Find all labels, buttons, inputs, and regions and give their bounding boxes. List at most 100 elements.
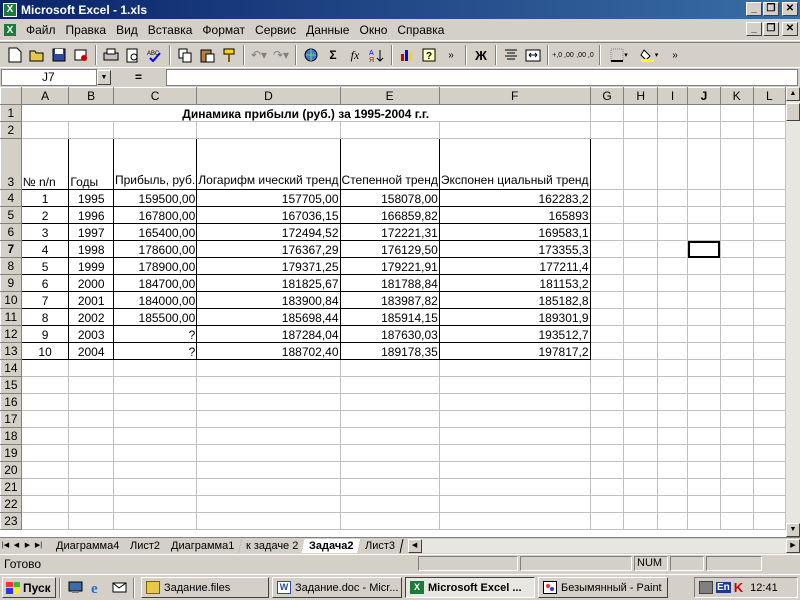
cell[interactable] (589, 274, 625, 292)
cell[interactable] (623, 444, 658, 462)
data-cell[interactable]: 167036,15 (196, 206, 341, 224)
cell[interactable] (752, 359, 786, 377)
data-cell[interactable]: 157705,00 (196, 189, 341, 207)
cell[interactable] (20, 495, 70, 513)
open-icon[interactable] (26, 44, 48, 66)
new-icon[interactable] (4, 44, 26, 66)
row-header[interactable]: 3 (0, 138, 22, 190)
cell[interactable] (752, 291, 786, 309)
cell[interactable] (752, 325, 786, 343)
data-cell[interactable]: 1996 (68, 206, 114, 224)
cell[interactable] (687, 427, 721, 445)
scroll-down-icon[interactable]: ▼ (786, 523, 800, 537)
cell[interactable] (339, 495, 440, 513)
header-cell-log-trend[interactable]: Логарифм ический тренд (196, 138, 341, 190)
cell[interactable] (656, 257, 689, 275)
cell[interactable] (687, 478, 721, 496)
header-cell-power-trend[interactable]: Степенной тренд (339, 138, 440, 190)
data-cell[interactable]: 184700,00 (112, 274, 198, 292)
cell[interactable] (68, 461, 114, 479)
cell[interactable] (656, 138, 689, 190)
cell[interactable] (656, 359, 689, 377)
cell[interactable] (719, 274, 754, 292)
data-cell[interactable]: 189178,35 (339, 342, 440, 360)
cell[interactable] (719, 495, 754, 513)
cell[interactable] (20, 410, 70, 428)
cell[interactable] (589, 257, 625, 275)
cell[interactable] (687, 410, 721, 428)
data-cell[interactable]: 2 (20, 206, 70, 224)
cell[interactable] (719, 342, 754, 360)
cell[interactable] (68, 410, 114, 428)
cell[interactable] (589, 291, 625, 309)
cell[interactable] (687, 274, 721, 292)
data-cell[interactable]: 158078,00 (339, 189, 440, 207)
cell[interactable] (752, 478, 786, 496)
cell[interactable] (438, 121, 591, 139)
menu-view[interactable]: Вид (111, 23, 143, 37)
cell[interactable] (719, 257, 754, 275)
cell[interactable] (719, 376, 754, 394)
cell[interactable] (752, 410, 786, 428)
function-icon[interactable]: fx (344, 44, 366, 66)
data-cell[interactable]: 2002 (68, 308, 114, 326)
row-header[interactable]: 10 (0, 291, 22, 309)
cell[interactable] (438, 359, 591, 377)
paste-icon[interactable] (196, 44, 218, 66)
column-header[interactable]: G (589, 87, 625, 105)
cell[interactable] (719, 206, 754, 224)
row-header[interactable]: 19 (0, 444, 22, 462)
cell[interactable] (196, 393, 341, 411)
show-desktop-icon[interactable] (64, 577, 86, 599)
cell[interactable] (589, 410, 625, 428)
cell[interactable] (589, 342, 625, 360)
cell[interactable] (623, 308, 658, 326)
cell[interactable] (589, 359, 625, 377)
data-cell[interactable]: 1 (20, 189, 70, 207)
cell[interactable] (656, 223, 689, 241)
name-box[interactable]: J7 (1, 69, 97, 86)
vertical-scrollbar[interactable]: ▲ ▼ (786, 87, 800, 537)
restore-button[interactable]: ❐ (763, 2, 779, 16)
cell[interactable] (196, 444, 341, 462)
data-cell[interactable]: 1998 (68, 240, 114, 258)
cell[interactable] (687, 104, 721, 122)
cell[interactable] (752, 274, 786, 292)
cell[interactable] (589, 478, 625, 496)
column-header[interactable]: L (752, 87, 786, 105)
cell[interactable] (752, 512, 786, 530)
cell[interactable] (196, 121, 341, 139)
cell[interactable] (656, 427, 689, 445)
cell[interactable] (196, 376, 341, 394)
close-button[interactable]: ✕ (782, 2, 798, 16)
column-header[interactable]: B (68, 87, 114, 105)
antivirus-tray-icon[interactable]: K (734, 580, 743, 595)
header-cell-exp-trend[interactable]: Экспонен циальный тренд (438, 138, 591, 190)
data-cell[interactable]: 8 (20, 308, 70, 326)
cell[interactable] (656, 410, 689, 428)
cell[interactable] (112, 444, 198, 462)
doc-close-button[interactable]: ✕ (782, 22, 798, 36)
save-icon[interactable] (48, 44, 70, 66)
cell[interactable] (20, 512, 70, 530)
cell[interactable] (656, 206, 689, 224)
cell[interactable] (339, 410, 440, 428)
first-sheet-icon[interactable]: |◀ (0, 539, 11, 552)
cell[interactable] (687, 444, 721, 462)
header-cell-years[interactable]: Годы (68, 138, 114, 190)
data-cell[interactable]: 162283,2 (438, 189, 591, 207)
cell[interactable] (623, 376, 658, 394)
data-cell[interactable]: 185914,15 (339, 308, 440, 326)
row-header[interactable]: 18 (0, 427, 22, 445)
sheet-tab[interactable]: к задаче 2 (238, 538, 307, 553)
data-cell[interactable]: 3 (20, 223, 70, 241)
menu-file[interactable]: Файл (21, 23, 61, 37)
menu-tools[interactable]: Сервис (250, 23, 301, 37)
cell[interactable] (656, 308, 689, 326)
row-header[interactable]: 15 (0, 376, 22, 394)
cell[interactable] (719, 223, 754, 241)
horizontal-scrollbar[interactable]: ◀ ▶ (407, 538, 800, 553)
sheet-tab[interactable]: Диаграмма4 (48, 538, 128, 553)
cell[interactable] (112, 461, 198, 479)
data-cell[interactable]: 177211,4 (438, 257, 591, 275)
